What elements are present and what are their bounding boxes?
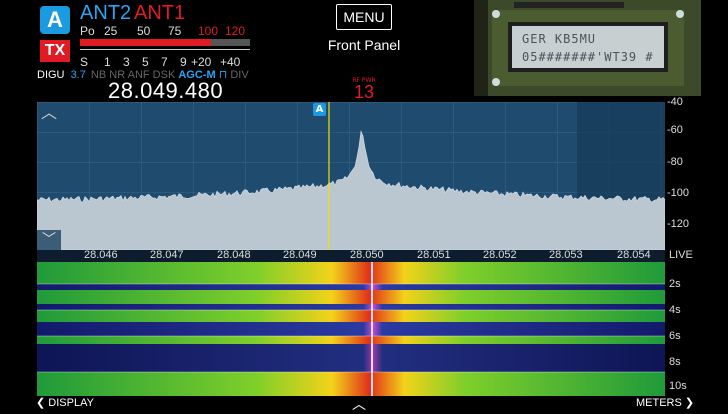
dbm-tick: -60: [667, 124, 683, 136]
front-panel-label: Front Panel: [327, 37, 401, 53]
s-tick: 7: [161, 55, 168, 69]
freq-tick: 28.051: [417, 249, 451, 261]
s-tick: 5: [142, 55, 149, 69]
time-tick: 10s: [669, 380, 687, 392]
s-tick: 9: [180, 55, 187, 69]
meters-label: METERS: [636, 397, 682, 409]
lcd-line-1: GER KB5MU: [522, 32, 597, 46]
s-tick: 1: [104, 55, 111, 69]
spectrum-plot: [37, 102, 665, 250]
po-tick: 100: [198, 24, 219, 38]
freq-tick: 28.046: [84, 249, 118, 261]
freq-tick: 28.053: [549, 249, 583, 261]
time-tick: 4s: [669, 304, 681, 316]
s-label: S: [80, 55, 89, 69]
chevron-up-icon[interactable]: ︿: [41, 105, 59, 121]
freq-tick: 28.054: [617, 249, 651, 261]
panadapter[interactable]: ︿ ﹀ A: [37, 102, 665, 250]
chevron-right-icon: ❯: [684, 397, 695, 409]
meter-block: Po 25 50 75 100 120 S 1 3 5 7 9 +20 +40: [80, 22, 260, 70]
po-tick: 50: [137, 24, 151, 38]
waterfall-time-axis[interactable]: LIVE 2s 4s 6s 8s 10s: [665, 249, 728, 396]
chevron-up-icon[interactable]: ︿: [352, 394, 366, 414]
display-button[interactable]: ❮ DISPLAY: [36, 396, 94, 409]
menu-button[interactable]: MENU: [336, 4, 392, 30]
frequency-display[interactable]: 28.049.480: [108, 78, 223, 104]
lcd-screen: GER KB5MU 05#######'WT39 #: [508, 22, 668, 72]
dbm-tick: -120: [667, 218, 690, 230]
slice-a-badge[interactable]: A: [40, 6, 70, 34]
waterfall-image: [37, 262, 665, 396]
time-tick: 6s: [669, 330, 681, 342]
freq-tick: 28.050: [350, 249, 384, 261]
lcd-camera-image: GER KB5MU 05#######'WT39 #: [474, 0, 701, 96]
po-tick: 75: [168, 24, 182, 38]
s-tick: 3: [123, 55, 130, 69]
div-toggle[interactable]: DIV: [230, 69, 248, 81]
lcd-line-2: 05#######'WT39 #: [522, 50, 654, 64]
power-meter-fill: [80, 39, 211, 46]
freq-tick: 28.048: [217, 249, 251, 261]
dbm-tick: -80: [667, 156, 683, 168]
time-tick: 8s: [669, 356, 681, 368]
mode-label[interactable]: DIGU: [37, 69, 65, 81]
po-tick: 120: [225, 24, 246, 38]
freq-tick: 28.052: [483, 249, 517, 261]
power-meter-track: [80, 39, 250, 46]
freq-tick: 28.049: [283, 249, 317, 261]
dbm-tick: -40: [667, 96, 683, 108]
waterfall[interactable]: [37, 262, 665, 396]
dbm-axis[interactable]: -40 -60 -80 -100 -120: [665, 96, 728, 250]
frequency-axis[interactable]: 28.046 28.047 28.048 28.049 28.050 28.05…: [37, 249, 665, 262]
chevron-down-icon[interactable]: ﹀: [37, 230, 61, 250]
display-label: DISPLAY: [48, 397, 94, 409]
s-tick: +40: [220, 55, 241, 69]
live-label[interactable]: LIVE: [669, 249, 693, 261]
nb-toggle[interactable]: NB: [91, 69, 106, 81]
dbm-tick: -100: [667, 187, 690, 199]
s-tick: +20: [191, 55, 212, 69]
rf-power-value[interactable]: 13: [344, 82, 384, 103]
po-label: Po: [80, 24, 95, 38]
bandwidth-label[interactable]: 3.7: [71, 69, 86, 81]
slice-marker[interactable]: A: [313, 103, 326, 116]
time-tick: 2s: [669, 278, 681, 290]
bottom-bar: ❮ DISPLAY ︿ METERS ❯: [0, 396, 728, 413]
meter-divider: [80, 49, 250, 50]
freq-tick: 28.047: [150, 249, 184, 261]
tx-badge[interactable]: TX: [40, 40, 70, 62]
po-tick: 25: [104, 24, 118, 38]
meters-button[interactable]: METERS ❯: [636, 396, 694, 409]
chevron-left-icon: ❮: [36, 397, 46, 409]
